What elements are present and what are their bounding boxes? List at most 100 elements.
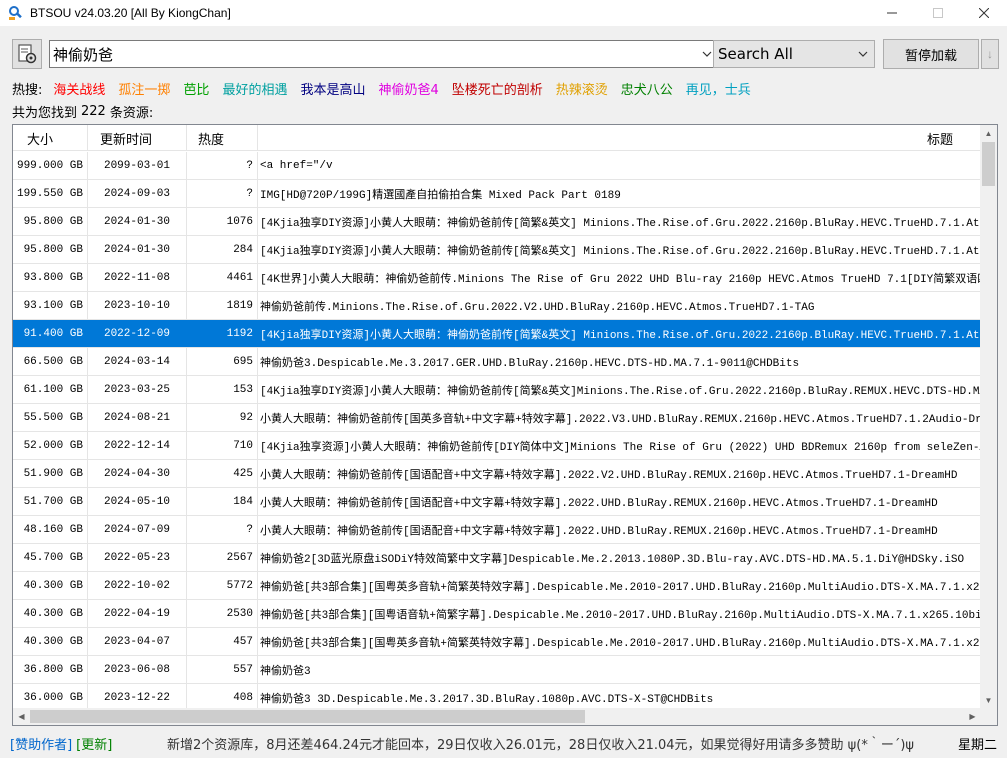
- table-row[interactable]: 51.700 GB 2024-05-10 184 小黄人大眼萌：神偷奶爸前传[国语配音…: [13, 488, 981, 516]
- hot-search-link[interactable]: 再见，士兵: [686, 83, 751, 98]
- table-row[interactable]: 55.500 GB 2024-08-21 92 小黄人大眼萌：神偷奶爸前传[国英多音轨…: [13, 404, 981, 432]
- hot-search-link[interactable]: 芭比: [183, 83, 209, 98]
- search-combobox[interactable]: [49, 40, 719, 68]
- cell-size: 40.300 GB: [13, 628, 88, 655]
- table-body: 999.000 GB 2099-03-01? <a href="/v 199.550 …: [13, 152, 981, 712]
- table-row[interactable]: 93.800 GB 2022-11-08 4461 [4K世界]小黄人大眼萌：神偷奶爸…: [13, 264, 981, 292]
- scroll-right-icon[interactable]: ▶: [964, 708, 981, 725]
- cell-updated: 2022-04-19: [88, 600, 187, 627]
- cell-size: 55.500 GB: [13, 404, 88, 431]
- cell-heat: 284: [187, 236, 258, 263]
- cell-heat: ?: [187, 516, 258, 543]
- table-row[interactable]: 52.000 GB 2022-12-14 710 [4Kjia独享资源]小黄人大眼萌：…: [13, 432, 981, 460]
- table-row[interactable]: 36.800 GB 2023-06-08 557 神偷奶爸3: [13, 656, 981, 684]
- hot-search-bar: 热搜: 海关战线 孤注一掷 芭比 最好的相遇 我本是高山 神偷奶爸4 坠楼死亡的剖析 热辣滚烫…: [12, 78, 764, 98]
- hot-search-link[interactable]: 我本是高山: [300, 83, 365, 98]
- cell-heat: 184: [187, 488, 258, 515]
- hot-search-link[interactable]: 神偷奶爸4: [378, 83, 438, 98]
- scroll-down-icon[interactable]: ▼: [980, 692, 997, 709]
- table-row[interactable]: 91.400 GB 2022-12-09 1192 [4Kjia独享DIY资源]小黄人…: [13, 320, 981, 348]
- cell-title: [4Kjia独享DIY资源]小黄人大眼萌：神偷奶爸前传[简繁&英文] Minio…: [260, 217, 981, 230]
- scroll-left-icon[interactable]: ◀: [13, 708, 30, 725]
- cell-title: <a href="/v: [260, 159, 333, 172]
- column-header-size[interactable]: 大小: [13, 125, 88, 151]
- cell-heat: 5772: [187, 572, 258, 599]
- down-arrow-button[interactable]: ↓: [981, 39, 999, 69]
- cell-title: 小黄人大眼萌：神偷奶爸前传[国语配音+中文字幕+特效字幕].2022.V2.UH…: [260, 469, 958, 482]
- cell-updated: 2022-10-02: [88, 572, 187, 599]
- document-gear-icon: [18, 44, 37, 64]
- cell-heat: 710: [187, 432, 258, 459]
- column-header-updated[interactable]: 更新时间: [88, 125, 187, 151]
- cell-heat: 2530: [187, 600, 258, 627]
- cell-updated: 2024-07-09: [88, 516, 187, 543]
- cell-heat: 92: [187, 404, 258, 431]
- cell-updated: 2023-12-22: [88, 684, 187, 711]
- result-count-suffix: 条资源:: [109, 105, 154, 121]
- cell-updated: 2099-03-01: [88, 152, 187, 179]
- table-row[interactable]: 40.300 GB 2022-04-19 2530 神偷奶爸[共3部合集][国粤语音轨…: [13, 600, 981, 628]
- hot-search-link[interactable]: 最好的相遇: [222, 83, 287, 98]
- vertical-scroll-thumb[interactable]: [982, 142, 995, 186]
- table-row[interactable]: 93.100 GB 2023-10-10 1819 神偷奶爸前传.Minions.Th…: [13, 292, 981, 320]
- cell-size: 36.800 GB: [13, 656, 88, 683]
- hot-search-link[interactable]: 热辣滚烫: [556, 83, 608, 98]
- app-logo-icon: [8, 5, 24, 21]
- table-row[interactable]: 45.700 GB 2022-05-23 2567 神偷奶爸2[3D蓝光原盘iSODi…: [13, 544, 981, 572]
- sponsor-link[interactable]: [赞助作者]: [10, 734, 72, 753]
- cell-heat: 4461: [187, 264, 258, 291]
- minimize-icon[interactable]: [869, 0, 915, 26]
- column-header-heat[interactable]: 热度: [187, 125, 258, 151]
- search-input[interactable]: [50, 41, 690, 67]
- settings-button[interactable]: [12, 39, 42, 69]
- cell-size: 93.800 GB: [13, 264, 88, 291]
- pause-loading-button[interactable]: 暂停加载: [883, 39, 979, 69]
- chevron-down-icon[interactable]: [854, 44, 872, 64]
- scroll-up-icon[interactable]: ▲: [980, 125, 997, 142]
- horizontal-scrollbar[interactable]: ◀ ▶: [13, 708, 981, 725]
- cell-size: 999.000 GB: [13, 152, 88, 179]
- hot-search-link[interactable]: 海关战线: [53, 83, 105, 98]
- table-row[interactable]: 40.300 GB 2022-10-02 5772 神偷奶爸[共3部合集][国粤英多音…: [13, 572, 981, 600]
- result-count: 共为您找到 222 条资源:: [12, 101, 153, 121]
- cell-updated: 2023-10-10: [88, 292, 187, 319]
- hot-search-link[interactable]: 孤注一掷: [118, 83, 170, 98]
- table-row[interactable]: 999.000 GB 2099-03-01? <a href="/v: [13, 152, 981, 180]
- table-row[interactable]: 61.100 GB 2023-03-25 153 [4Kjia独享DIY资源]小黄人大…: [13, 376, 981, 404]
- engine-select[interactable]: Search All: [713, 40, 875, 68]
- table-row[interactable]: 95.800 GB 2024-01-30 1076 [4Kjia独享DIY资源]小黄人…: [13, 208, 981, 236]
- cell-size: 40.300 GB: [13, 600, 88, 627]
- cell-heat: ?: [187, 152, 258, 179]
- table-row[interactable]: 51.900 GB 2024-04-30 425 小黄人大眼萌：神偷奶爸前传[国语配音…: [13, 460, 981, 488]
- column-header-title[interactable]: 标题: [258, 125, 981, 151]
- cell-updated: 2024-09-03: [88, 180, 187, 207]
- hot-search-link[interactable]: 坠楼死亡的剖析: [452, 83, 543, 98]
- cell-heat: 425: [187, 460, 258, 487]
- cell-heat: 1819: [187, 292, 258, 319]
- cell-updated: 2023-06-08: [88, 656, 187, 683]
- maximize-icon[interactable]: [915, 0, 961, 26]
- cell-title: IMG[HD@720P/199G]精選國產自拍偷拍合集 Mixed Pack P…: [260, 189, 621, 202]
- cell-title: [4K世界]小黄人大眼萌：神偷奶爸前传.Minions The Rise of …: [260, 273, 981, 286]
- close-icon[interactable]: [961, 0, 1007, 26]
- horizontal-scroll-thumb[interactable]: [30, 710, 585, 723]
- cell-updated: 2022-12-09: [88, 320, 187, 347]
- table-row[interactable]: 199.550 GB 2024-09-03? IMG[HD@720P/199G]精選…: [13, 180, 981, 208]
- table-row[interactable]: 95.800 GB 2024-01-30 284 [4Kjia独享DIY资源]小黄人大…: [13, 236, 981, 264]
- cell-title: 神偷奶爸[共3部合集][国粤英多音轨+简繁英特效字幕].Despicable.M…: [260, 637, 981, 650]
- cell-heat: 408: [187, 684, 258, 711]
- update-link[interactable]: [更新]: [76, 734, 112, 753]
- hot-search-link[interactable]: 忠犬八公: [621, 83, 673, 98]
- cell-updated: 2024-01-30: [88, 236, 187, 263]
- cell-title: [4Kjia独享DIY资源]小黄人大眼萌：神偷奶爸前传[简繁&英文]Minion…: [260, 385, 981, 398]
- cell-title: 神偷奶爸3.Despicable.Me.3.2017.GER.UHD.BluRa…: [260, 357, 800, 370]
- cell-updated: 2023-04-07: [88, 628, 187, 655]
- cell-size: 93.100 GB: [13, 292, 88, 319]
- table-row[interactable]: 40.300 GB 2023-04-07 457 神偷奶爸[共3部合集][国粤英多音轨…: [13, 628, 981, 656]
- cell-size: 95.800 GB: [13, 236, 88, 263]
- vertical-scrollbar[interactable]: ▲ ▼: [980, 125, 997, 709]
- results-table: 大小 更新时间 热度 标题 999.000 GB 2099-03-01? <a hr…: [12, 124, 998, 726]
- table-row[interactable]: 48.160 GB 2024-07-09? 小黄人大眼萌：神偷奶爸前传[国语配音+中…: [13, 516, 981, 544]
- table-row[interactable]: 66.500 GB 2024-03-14 695 神偷奶爸3.Despicable.M…: [13, 348, 981, 376]
- cell-updated: 2022-11-08: [88, 264, 187, 291]
